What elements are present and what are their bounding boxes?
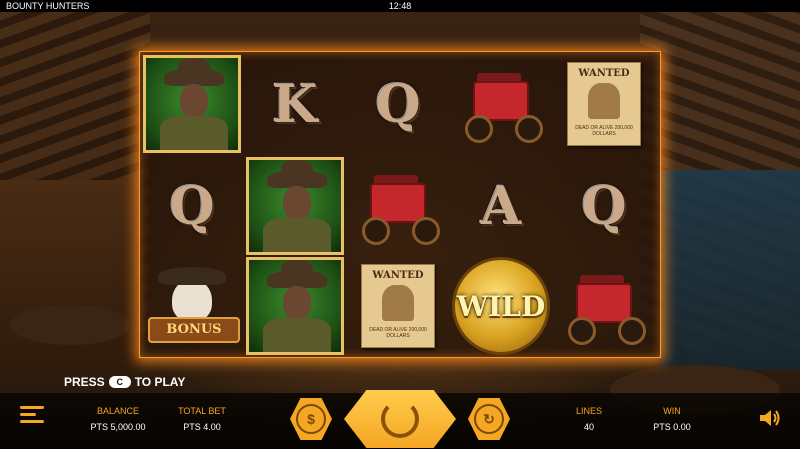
bounty-hunter-symbol bbox=[246, 257, 344, 355]
status-bar: BOUNTY HUNTERS 12:48 bbox=[0, 0, 800, 12]
q-symbol: Q bbox=[375, 73, 421, 135]
spin-button[interactable] bbox=[344, 390, 456, 448]
wanted-poster-symbol: WANTED DEAD OR ALIVE 200,000 DOLLARS bbox=[567, 62, 641, 146]
wanted-poster-symbol: WANTED DEAD OR ALIVE 200,000 DOLLARS bbox=[361, 264, 435, 348]
stagecoach-symbol bbox=[562, 271, 646, 345]
bounty-hunter-symbol bbox=[143, 55, 241, 153]
wanted-title: WANTED bbox=[372, 270, 424, 281]
reel-cell-hunter bbox=[244, 256, 346, 356]
reel-cell-q: Q bbox=[141, 156, 243, 256]
balance-value: PTS 5,000.00 bbox=[90, 422, 146, 432]
press-suffix: TO PLAY bbox=[134, 375, 186, 389]
lines-display: LINES 40 bbox=[564, 406, 614, 432]
reel-cell-a: A bbox=[450, 156, 552, 256]
wanted-title: WANTED bbox=[578, 68, 630, 79]
reel-cell-stagecoach bbox=[553, 256, 655, 356]
reel-cell-wild: WILD bbox=[450, 256, 552, 356]
press-prefix: PRESS bbox=[64, 375, 105, 389]
q-symbol: Q bbox=[581, 175, 627, 237]
balance-label: BALANCE bbox=[96, 406, 140, 416]
a-symbol: A bbox=[480, 175, 522, 237]
reel-cell-k: K bbox=[244, 54, 346, 154]
balance-display: BALANCE PTS 5,000.00 bbox=[88, 406, 148, 432]
autoplay-icon: ↻ bbox=[474, 404, 504, 434]
left-table bbox=[10, 305, 130, 345]
wanted-reward: DEAD OR ALIVE 200,000 DOLLARS bbox=[575, 125, 633, 137]
q-symbol: Q bbox=[169, 175, 215, 237]
total-bet-display[interactable]: TOTAL BET PTS 4.00 bbox=[172, 406, 232, 432]
coin-icon: $ bbox=[296, 404, 326, 434]
spin-arrow-icon bbox=[381, 400, 419, 438]
stagecoach-symbol bbox=[356, 171, 440, 245]
total-bet-label: TOTAL BET bbox=[178, 406, 226, 416]
keyboard-key-c: C bbox=[108, 376, 131, 388]
clock: 12:48 bbox=[388, 1, 412, 11]
lines-label: LINES bbox=[575, 406, 602, 416]
reel-cell-q: Q bbox=[553, 156, 655, 256]
menu-icon[interactable] bbox=[20, 406, 48, 426]
stagecoach-symbol bbox=[459, 69, 543, 143]
win-label: WIN bbox=[663, 406, 681, 416]
reel-cell-stagecoach bbox=[347, 156, 449, 256]
reel-cell-hunter bbox=[244, 156, 346, 256]
reel-cell-wanted: WANTED DEAD OR ALIVE 200,000 DOLLARS bbox=[347, 256, 449, 356]
right-bar-area bbox=[660, 170, 800, 370]
lines-value: 40 bbox=[583, 422, 594, 432]
reel-cell-wanted: WANTED DEAD OR ALIVE 200,000 DOLLARS bbox=[553, 54, 655, 154]
bet-coin-button[interactable]: $ bbox=[290, 398, 332, 440]
reel-cell-hunter bbox=[141, 54, 243, 154]
bonus-label: BONUS bbox=[148, 317, 240, 343]
reel-grid[interactable]: Q BONUS K Q WANTED DEAD OR ALIVE 200,000… bbox=[139, 51, 661, 358]
wild-label: WILD bbox=[456, 289, 546, 323]
win-value: PTS 0.00 bbox=[653, 422, 691, 432]
bounty-hunter-symbol bbox=[246, 157, 344, 255]
press-to-play-hint: PRESS C TO PLAY bbox=[64, 375, 185, 389]
reel-cell-q: Q bbox=[347, 54, 449, 154]
spin-controls: $ ↻ bbox=[290, 390, 510, 448]
win-display: WIN PTS 0.00 bbox=[642, 406, 702, 432]
wanted-reward: DEAD OR ALIVE 200,000 DOLLARS bbox=[369, 327, 427, 339]
total-bet-value: PTS 4.00 bbox=[183, 422, 221, 432]
autoplay-button[interactable]: ↻ bbox=[468, 398, 510, 440]
speaker-icon[interactable] bbox=[758, 407, 782, 429]
reel-cell-bonus: BONUS bbox=[141, 256, 243, 356]
bonus-skull-symbol: BONUS bbox=[144, 261, 240, 351]
k-symbol: K bbox=[272, 73, 318, 135]
reel-cell-stagecoach bbox=[450, 54, 552, 154]
wild-coin-symbol: WILD bbox=[452, 257, 550, 355]
